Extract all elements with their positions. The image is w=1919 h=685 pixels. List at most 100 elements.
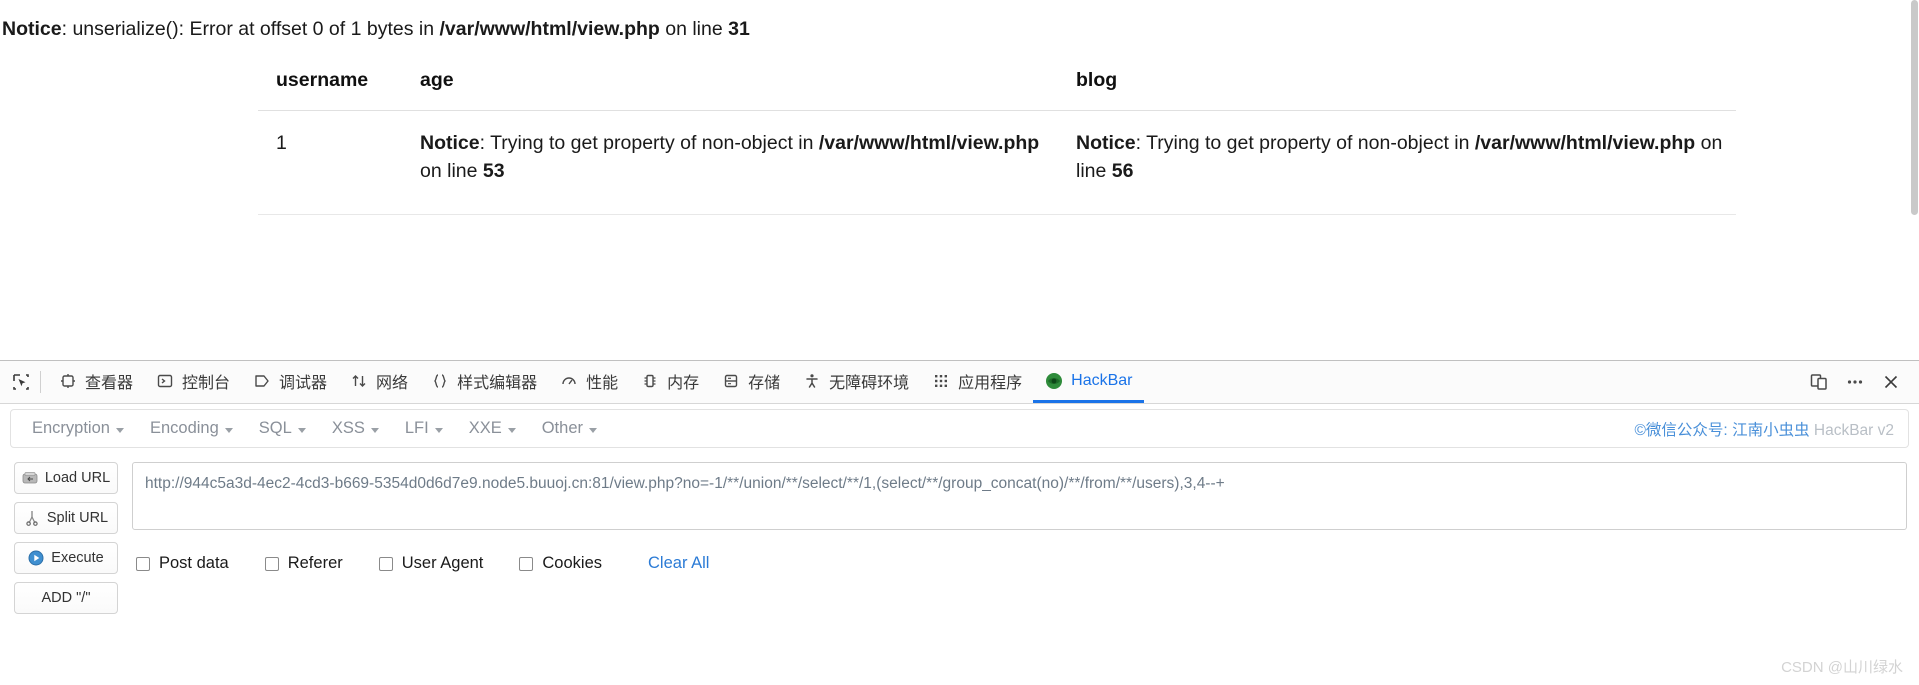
chevron-down-icon [589, 428, 597, 433]
storage-icon [721, 371, 741, 391]
cookies-checkbox[interactable] [519, 556, 534, 571]
element-picker-icon[interactable] [6, 367, 36, 397]
devtools-tab-list: 查看器 控制台 调试器 网络 样式编辑器 性能 内存 存储 无障碍环境 应用程序… [47, 361, 1803, 403]
add-slash-button[interactable]: ADD "/" [14, 582, 118, 614]
credit-prefix: ©微信公众号: [1634, 421, 1733, 439]
chevron-down-icon [434, 428, 443, 433]
menu-xss-label: XSS [331, 419, 365, 437]
option-cookies-label: Cookies [542, 554, 603, 572]
split-url-button[interactable]: Split URL [14, 502, 118, 534]
option-referer[interactable]: Referer [264, 554, 343, 573]
devtools-toolbar-right [1803, 367, 1913, 397]
option-referer-label: Referer [287, 554, 343, 572]
more-options-icon[interactable] [1839, 367, 1871, 397]
tab-debugger[interactable]: 调试器 [241, 361, 338, 403]
post-data-checkbox[interactable] [136, 556, 150, 571]
tab-network[interactable]: 网络 [338, 361, 419, 403]
split-url-icon [24, 510, 40, 526]
tab-accessibility-label: 无障碍环境 [829, 374, 910, 392]
option-cookies[interactable]: Cookies [519, 554, 602, 573]
menu-sql-label: SQL [258, 419, 292, 437]
menu-xss[interactable]: XSS [319, 419, 392, 438]
notice-line-number: 31 [728, 18, 750, 40]
responsive-design-mode-icon[interactable] [1803, 367, 1835, 397]
execute-button[interactable]: Execute [14, 542, 118, 574]
menu-encoding[interactable]: Encoding [137, 419, 246, 438]
tab-network-label: 网络 [376, 374, 409, 392]
menu-encryption-label: Encryption [32, 419, 110, 437]
network-icon [349, 371, 369, 391]
cell-blog-notice-line: 56 [1111, 160, 1134, 183]
tab-application[interactable]: 应用程序 [920, 361, 1033, 403]
hackbar-options-row: Post data Referer User Agent Cookies Cle… [132, 554, 1907, 573]
load-url-button[interactable]: Load URL [14, 462, 118, 494]
execute-icon [28, 550, 44, 566]
chevron-down-icon [224, 428, 233, 433]
hackbar-button-column: Load URL Split URL Execute ADD "/" [14, 462, 118, 614]
toolbar-divider [40, 371, 41, 393]
cell-age-notice-file: /var/www/html/view.php [818, 132, 1040, 154]
debugger-icon [252, 371, 272, 391]
page-scrollbar[interactable] [1910, 0, 1919, 360]
tab-hackbar-label: HackBar [1071, 371, 1133, 389]
credit-version: HackBar v2 [1809, 421, 1894, 439]
notice-text: : unserialize(): Error at offset 0 of 1 … [61, 18, 440, 40]
menu-other[interactable]: Other [529, 419, 610, 438]
tab-application-label: 应用程序 [958, 374, 1023, 392]
tab-accessibility[interactable]: 无障碍环境 [791, 361, 920, 403]
execute-label: Execute [51, 550, 104, 566]
hackbar-main-column: Post data Referer User Agent Cookies C [132, 462, 1907, 614]
tab-inspector[interactable]: 查看器 [47, 361, 144, 403]
cell-age-notice-tail: on line [420, 160, 483, 183]
hackbar-body: Load URL Split URL Execute ADD "/" http:… [0, 448, 1919, 614]
cell-age: Notice: Trying to get property of non-ob… [402, 110, 1058, 215]
hackbar-panel: Encryption Encoding SQL XSS LFI XXE Othe… [0, 409, 1919, 685]
referer-checkbox[interactable] [264, 556, 279, 571]
user-agent-checkbox[interactable] [378, 556, 393, 571]
chevron-down-icon [370, 428, 379, 433]
hackbar-credit: ©微信公众号: 江南小虫虫 HackBar v2 [1635, 418, 1894, 440]
table-row: 1 Notice: Trying to get property of non-… [258, 110, 1736, 215]
inspector-icon [58, 371, 78, 391]
load-url-icon [22, 470, 38, 486]
close-icon[interactable] [1875, 367, 1907, 397]
console-icon [155, 371, 175, 391]
clear-all-link[interactable]: Clear All [648, 554, 709, 573]
tab-memory-label: 内存 [667, 374, 700, 392]
menu-other-label: Other [541, 419, 583, 437]
split-url-label: Split URL [46, 510, 109, 526]
column-header-username: username [258, 53, 402, 111]
menu-encryption[interactable]: Encryption [19, 419, 137, 438]
browser-page-viewport: Notice: unserialize(): Error at offset 0… [0, 0, 1919, 360]
url-input[interactable] [132, 462, 1907, 530]
devtools-toolbar: 查看器 控制台 调试器 网络 样式编辑器 性能 内存 存储 无障碍环境 应用程序… [0, 361, 1919, 404]
table-header-row: username age blog [258, 53, 1736, 111]
tab-hackbar[interactable]: HackBar [1033, 361, 1144, 403]
notice-label: Notice [2, 18, 62, 40]
option-user-agent[interactable]: User Agent [378, 554, 484, 573]
option-post-data[interactable]: Post data [136, 554, 229, 573]
cell-username: 1 [258, 110, 402, 215]
add-slash-label: ADD "/" [41, 590, 91, 606]
column-header-blog: blog [1058, 53, 1736, 111]
option-user-agent-label: User Agent [401, 554, 484, 572]
menu-sql[interactable]: SQL [246, 419, 319, 438]
menu-lfi[interactable]: LFI [392, 419, 456, 438]
tab-debugger-label: 调试器 [279, 374, 328, 392]
cell-age-notice-line: 53 [482, 160, 505, 183]
style-editor-icon [430, 371, 450, 391]
hackbar-menubar: Encryption Encoding SQL XSS LFI XXE Othe… [10, 409, 1909, 448]
tab-console-label: 控制台 [182, 374, 231, 392]
query-result-table: username age blog 1 Notice: Trying to ge… [258, 53, 1736, 215]
devtools-panel: 查看器 控制台 调试器 网络 样式编辑器 性能 内存 存储 无障碍环境 应用程序… [0, 360, 1919, 685]
page-scrollbar-thumb[interactable] [1911, 0, 1918, 215]
tab-memory[interactable]: 内存 [629, 361, 710, 403]
menu-xxe[interactable]: XXE [456, 419, 529, 438]
tab-console[interactable]: 控制台 [144, 361, 241, 403]
tab-performance[interactable]: 性能 [548, 361, 629, 403]
tab-storage-label: 存储 [748, 374, 781, 392]
tab-style-editor[interactable]: 样式编辑器 [419, 361, 548, 403]
load-url-label: Load URL [44, 470, 111, 486]
tab-storage[interactable]: 存储 [710, 361, 791, 403]
cell-age-notice-label: Notice [420, 132, 480, 154]
